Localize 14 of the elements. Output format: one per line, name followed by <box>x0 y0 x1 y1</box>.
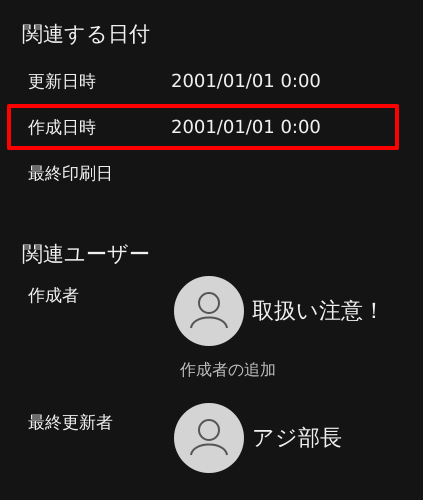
section-heading: 関連ユーザー <box>22 241 151 268</box>
field-label: 最終更新者 <box>28 412 114 435</box>
field-label: 作成日時 <box>28 116 97 138</box>
field-label: 更新日時 <box>28 70 97 92</box>
section-heading: 関連する日付 <box>22 21 151 48</box>
avatar-icon[interactable] <box>174 276 244 346</box>
avatar-icon[interactable] <box>174 403 244 473</box>
field-value: 2001/01/01 0:00 <box>171 70 321 92</box>
field-label: 最終印刷日 <box>28 162 114 184</box>
field-label: 作成者 <box>28 285 80 308</box>
user-name[interactable]: 取扱い注意！ <box>252 296 385 326</box>
user-name[interactable]: アジ部長 <box>252 423 342 453</box>
add-author-link[interactable]: 作成者の追加 <box>180 360 385 381</box>
field-value: 2001/01/01 0:00 <box>171 116 321 138</box>
